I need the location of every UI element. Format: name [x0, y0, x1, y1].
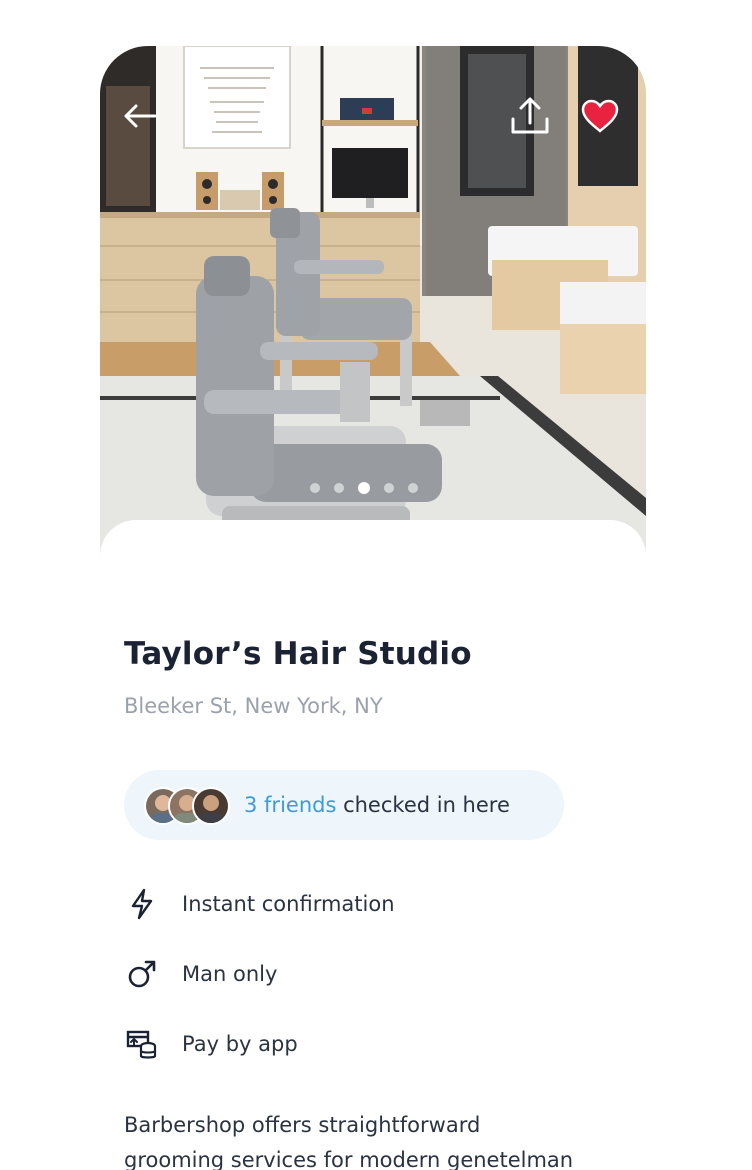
venue-address: Bleeker St, New York, NY [124, 694, 383, 718]
friends-checked-in-text: 3 friends checked in here [244, 793, 510, 817]
pagination-dot[interactable] [384, 483, 394, 493]
pay-by-app-icon [124, 1026, 160, 1062]
friends-suffix: checked in here [336, 793, 510, 817]
gallery-pagination [310, 482, 418, 494]
venue-name: Taylor’s Hair Studio [124, 636, 472, 672]
favorite-button[interactable] [576, 92, 624, 140]
pagination-dot-active[interactable] [358, 482, 370, 494]
hero-photo[interactable] [100, 46, 646, 566]
friends-count-link[interactable]: 3 friends [244, 793, 336, 817]
feature-label: Pay by app [182, 1032, 298, 1056]
venue-detail-screen: Taylor’s Hair Studio Bleeker St, New Yor… [100, 46, 646, 1170]
back-button[interactable] [116, 92, 164, 140]
feature-label: Instant confirmation [182, 892, 395, 916]
lightning-icon [124, 886, 160, 922]
pagination-dot[interactable] [408, 483, 418, 493]
feature-man-only: Man only [124, 954, 277, 994]
friend-avatars [144, 785, 240, 825]
share-icon [511, 97, 549, 134]
feature-label: Man only [182, 962, 278, 986]
male-symbol-icon [124, 956, 160, 992]
venue-description: Barbershop offers straightforward groomi… [124, 1113, 574, 1170]
feature-instant-confirmation: Instant confirmation [124, 884, 395, 924]
venue-info-card: Taylor’s Hair Studio Bleeker St, New Yor… [100, 520, 646, 1170]
feature-pay-by-app: Pay by app [124, 1024, 298, 1064]
avatar [192, 787, 230, 825]
share-button[interactable] [506, 92, 554, 140]
pagination-dot[interactable] [334, 483, 344, 493]
heart-icon [581, 99, 619, 133]
friends-checked-in-pill[interactable]: 3 friends checked in here [124, 770, 564, 840]
pagination-dot[interactable] [310, 483, 320, 493]
arrow-left-icon [124, 104, 157, 128]
